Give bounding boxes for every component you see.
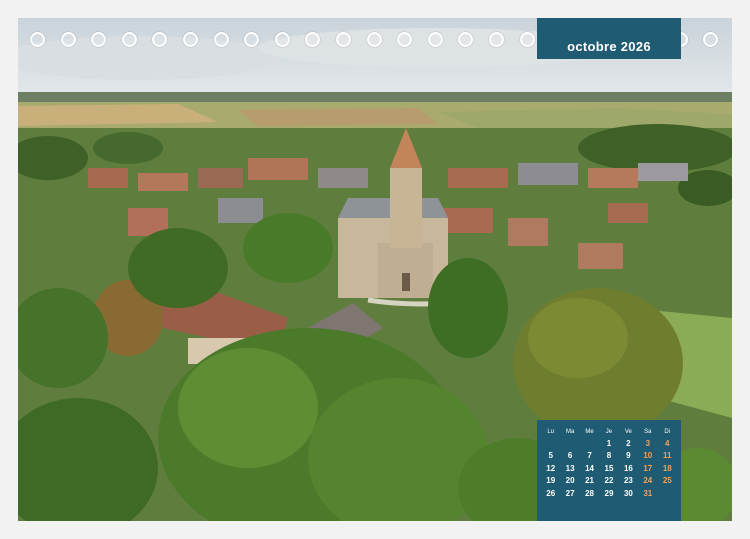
day-cell: 15: [604, 463, 614, 473]
binding-ring: [244, 32, 260, 47]
week-row: 19 20 21 22 23 24 25: [541, 475, 677, 488]
day-cell: 22: [604, 476, 614, 486]
binding-ring: [703, 32, 719, 47]
weekday-label: Me: [585, 429, 594, 435]
weekday-label: Je: [605, 429, 613, 435]
binding-ring: [397, 32, 413, 47]
day-cell-weekend: 24: [643, 476, 653, 486]
day-cell: 6: [567, 451, 573, 461]
week-row: 12 13 14 15 16 17 18: [541, 462, 677, 475]
binding-ring: [91, 32, 107, 47]
day-cell: 2: [626, 438, 631, 448]
binding-ring: [366, 32, 382, 47]
week-row: 5 6 7 8 9 10 11: [541, 450, 677, 463]
day-cell: 23: [623, 476, 633, 486]
week-row: 26 27 28 29 30 31: [541, 487, 677, 500]
day-cell-weekend: 11: [663, 451, 672, 461]
month-header: octobre 2026: [537, 18, 681, 59]
day-cell-weekend: 18: [662, 463, 672, 473]
day-cell-weekend: 31: [643, 488, 653, 498]
day-cell-weekend: 25: [662, 476, 672, 486]
day-cell: 19: [546, 476, 556, 486]
week-row: 1 2 3 4: [541, 437, 677, 450]
day-cell: 21: [585, 476, 594, 486]
day-cell: [541, 437, 560, 450]
weekday-header-row: Lu Ma Me Je Ve Sa Di: [541, 427, 677, 437]
day-cell-weekend: [658, 487, 677, 500]
day-cell: [560, 437, 579, 450]
binding-ring: [183, 32, 198, 47]
day-cell: 12: [546, 463, 556, 473]
day-cell: 26: [546, 488, 556, 498]
binding-ring: [458, 32, 474, 47]
day-cell: 30: [623, 488, 633, 498]
day-cell: 1: [606, 438, 612, 448]
binding-ring: [336, 32, 351, 47]
weekday-label: Ve: [624, 429, 632, 435]
binding-ring: [427, 32, 443, 47]
day-cell: 5: [548, 451, 553, 461]
day-cell: 16: [623, 463, 633, 473]
binding-ring: [121, 32, 137, 47]
day-cell-weekend: 10: [643, 451, 653, 461]
day-cell: 8: [606, 451, 612, 461]
day-cell: [580, 437, 599, 450]
weekday-label: Ma: [565, 429, 575, 435]
weekday-label: Di: [664, 429, 671, 435]
day-cell: 29: [604, 488, 614, 498]
weekday-label: Lu: [547, 429, 555, 435]
binding-ring: [274, 32, 290, 47]
binding-ring: [30, 32, 45, 47]
binding-ring: [60, 32, 76, 47]
day-cell: 20: [565, 476, 575, 486]
binding-ring: [152, 32, 168, 47]
calendar-grid-panel: Lu Ma Me Je Ve Sa Di 1 2 3 4 5 6 7 8 9 1…: [537, 420, 681, 521]
binding-ring: [213, 32, 229, 47]
day-cell: 13: [565, 463, 575, 473]
day-cell-weekend: 17: [643, 463, 653, 473]
day-cell: 28: [585, 488, 594, 498]
weekday-label: Sa: [644, 429, 652, 435]
day-cell-weekend: 4: [665, 438, 670, 448]
calendar-grid: Lu Ma Me Je Ve Sa Di 1 2 3 4 5 6 7 8 9 1…: [541, 427, 677, 500]
binding-ring: [519, 32, 535, 47]
month-title: octobre 2026: [567, 39, 651, 54]
day-cell: 27: [565, 488, 575, 498]
binding-ring: [489, 32, 504, 47]
calendar-page: octobre 2026 Lu Ma Me Je Ve Sa Di 1 2 3 …: [0, 0, 750, 539]
day-cell: 7: [587, 451, 592, 461]
day-cell: 9: [626, 451, 631, 461]
day-cell-weekend: 3: [645, 438, 651, 448]
binding-ring: [305, 32, 321, 47]
day-cell: 14: [585, 463, 594, 473]
